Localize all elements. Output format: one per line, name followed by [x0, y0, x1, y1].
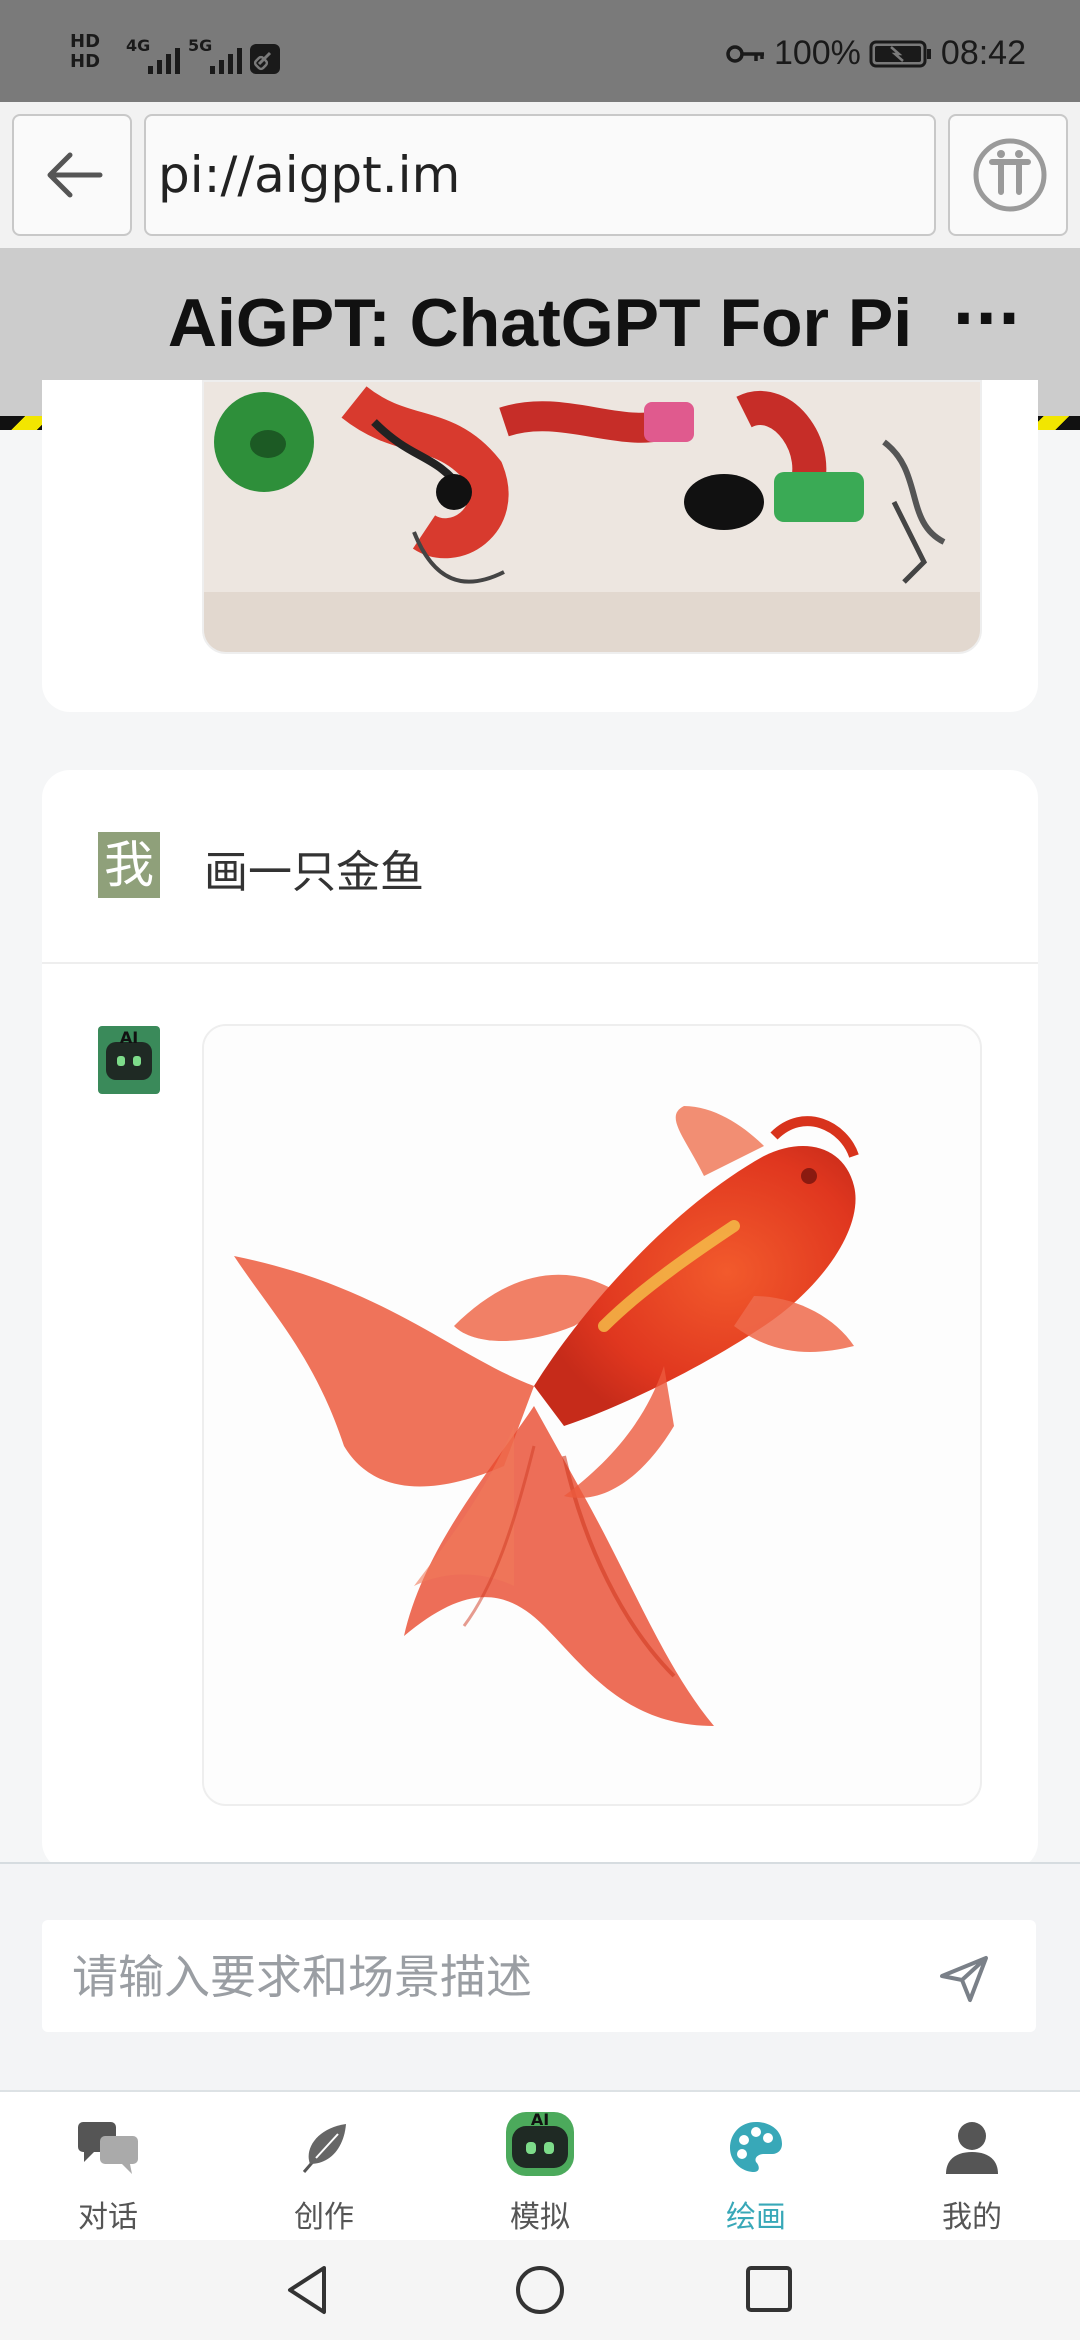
- nav-label-simulate: 模拟: [510, 2200, 570, 2235]
- page-title: AiGPT: ChatGPT For Pi: [167, 285, 913, 361]
- battery-charging-icon: [869, 40, 931, 67]
- system-navigation-bar: [0, 2240, 1080, 2340]
- input-area: [0, 1862, 1080, 2092]
- chat-bubbles-icon: [78, 2122, 138, 2174]
- system-recents-icon[interactable]: [744, 2264, 794, 2314]
- network-5g-label: 5G: [188, 36, 213, 55]
- system-home-icon[interactable]: [514, 2264, 566, 2316]
- divider: [42, 962, 1038, 964]
- battery-percent: 100%: [773, 34, 861, 72]
- signal-icon-2: [210, 44, 242, 74]
- user-message: 画一只金鱼: [204, 847, 424, 898]
- network-4g-label: 4G: [126, 36, 151, 55]
- user-icon: [946, 2122, 998, 2174]
- nav-label-draw: 绘画: [726, 2200, 786, 2235]
- previous-generated-image[interactable]: [202, 380, 982, 654]
- send-icon[interactable]: [936, 1950, 992, 2006]
- hd-badge-2: HD: [70, 51, 101, 72]
- pi-logo-icon: [973, 138, 1047, 212]
- browser-toolbar: pi://aigpt.im: [0, 102, 1080, 249]
- feather-icon: [302, 2124, 346, 2173]
- more-menu-button[interactable]: ···: [952, 284, 1020, 354]
- nav-item-me[interactable]: 我的: [864, 2092, 1080, 2242]
- status-bar: HD HD 4G 5G 100% 08:42: [0, 0, 1080, 102]
- clock: 08:42: [940, 34, 1026, 72]
- link-icon: [250, 44, 280, 74]
- user-avatar: 我: [98, 832, 160, 898]
- url-text: pi://aigpt.im: [158, 146, 461, 204]
- status-right: 100% 08:42: [726, 34, 1026, 73]
- url-field[interactable]: pi://aigpt.im: [144, 114, 936, 236]
- key-icon: [726, 44, 764, 63]
- goldfish-generated-image[interactable]: [202, 1024, 982, 1806]
- ai-avatar: AI: [98, 1026, 160, 1094]
- palette-icon: [730, 2122, 782, 2172]
- hd-badge-1: HD: [70, 31, 101, 52]
- back-button[interactable]: [12, 114, 132, 236]
- robot-icon: AI: [506, 2110, 574, 2176]
- goldfish-illustration: [204, 1026, 980, 1804]
- nav-item-chat[interactable]: 对话: [0, 2092, 216, 2242]
- arrow-left-icon: [47, 152, 103, 198]
- nav-item-simulate[interactable]: AI 模拟: [432, 2092, 648, 2242]
- previous-reply-card: [42, 380, 1038, 712]
- nav-label-create: 创作: [294, 2200, 354, 2235]
- nav-label-chat: 对话: [78, 2200, 138, 2235]
- system-back-icon[interactable]: [284, 2264, 332, 2316]
- nav-item-create[interactable]: 创作: [216, 2092, 432, 2242]
- prompt-input-box: [42, 1920, 1036, 2032]
- ai-avatar-label: AI: [119, 1028, 139, 1047]
- nav-item-draw[interactable]: 绘画: [648, 2092, 864, 2242]
- signal-icon: [148, 44, 180, 74]
- goldfish-conversation-card: 我 画一只金鱼 AI: [42, 770, 1038, 1870]
- bottom-nav: 对话 创作 AI 模拟 绘画 我的: [0, 2090, 1080, 2242]
- hd-badge-icon: HD HD: [70, 32, 100, 72]
- nav-label-me: 我的: [942, 2200, 1002, 2235]
- robot-icon-label: AI: [530, 2110, 550, 2129]
- prompt-input[interactable]: [70, 1940, 924, 2014]
- pi-browser-button[interactable]: [948, 114, 1068, 236]
